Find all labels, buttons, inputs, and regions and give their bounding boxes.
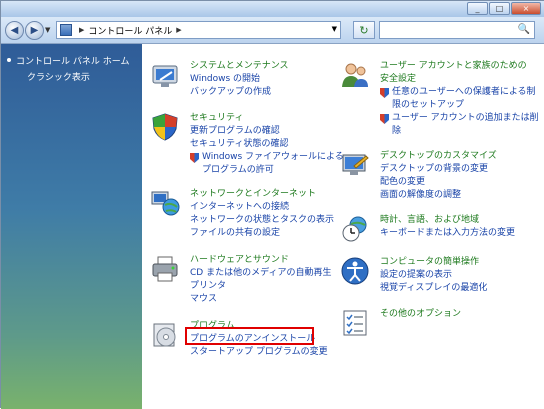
search-icon[interactable]: 🔍 — [518, 24, 530, 35]
printer-icon — [152, 256, 178, 282]
address-bar[interactable]: ▶ コントロール パネル ▶ ▼ — [56, 21, 341, 39]
link-mouse[interactable]: マウス — [190, 293, 331, 306]
control-panel-icon — [60, 24, 72, 36]
link-screen-resolution[interactable]: 画面の解像度の調整 — [380, 189, 497, 202]
link-keyboard-input[interactable]: キーボードまたは入力方法の変更 — [380, 227, 515, 240]
link-windows-start[interactable]: Windows の開始 — [190, 73, 289, 86]
link-optimize-display[interactable]: 視覚ディスプレイの最適化 — [380, 282, 487, 295]
window-controls: _ □ × — [467, 2, 541, 15]
category-title-security[interactable]: セキュリティ — [190, 112, 344, 125]
clock-globe-icon — [342, 216, 367, 242]
current-view-bullet-icon — [7, 58, 11, 62]
close-button[interactable]: × — [511, 2, 541, 15]
network-globe-icon — [151, 191, 180, 216]
link-parental-line1[interactable]: 任意のユーザーへの保護者による制 — [392, 86, 536, 99]
category-title-ease[interactable]: コンピュータの簡単操作 — [380, 256, 487, 269]
link-accounts-line1[interactable]: ユーザー アカウントの追加または削 — [392, 112, 539, 125]
link-firewall-line2[interactable]: プログラムの許可 — [202, 164, 344, 177]
task-pane: コントロール パネル ホーム クラシック表示 — [1, 44, 142, 409]
link-check-updates[interactable]: 更新プログラムの確認 — [190, 125, 344, 138]
users-icon — [342, 63, 368, 87]
category-view: システムとメンテナンス Windows の開始 バックアップの作成 セキュリティ… — [142, 44, 544, 409]
breadcrumb-control-panel[interactable]: コントロール パネル — [88, 24, 172, 37]
link-create-backup[interactable]: バックアップの作成 — [190, 86, 289, 99]
link-connect-internet[interactable]: インターネットへの接続 — [190, 201, 334, 214]
uac-shield-icon — [190, 153, 199, 163]
breadcrumb-chevron-icon[interactable]: ▶ — [176, 26, 181, 34]
category-title-network[interactable]: ネットワークとインターネット — [190, 188, 334, 201]
desktop-personalize-icon — [342, 154, 369, 175]
link-printer[interactable]: プリンタ — [190, 280, 331, 293]
link-color-scheme[interactable]: 配色の変更 — [380, 176, 497, 189]
link-suggested-settings[interactable]: 設定の提案の表示 — [380, 269, 487, 282]
category-title-other[interactable]: その他のオプション — [380, 308, 461, 321]
add-remove-accounts-link[interactable]: ユーザー アカウントの追加または削 除 — [380, 112, 539, 138]
link-autoplay[interactable]: CD または他のメディアの自動再生 — [190, 267, 331, 280]
classic-view-link[interactable]: クラシック表示 — [27, 70, 90, 83]
refresh-button[interactable]: ↻ — [353, 21, 375, 39]
category-title-appearance[interactable]: デスクトップのカスタマイズ — [380, 150, 497, 163]
breadcrumb-separator-icon[interactable]: ▶ — [79, 26, 84, 34]
link-parental-line2[interactable]: 限のセットアップ — [392, 99, 536, 112]
link-firewall-line1[interactable]: Windows ファイアウォールによる — [202, 151, 344, 164]
category-title-clock[interactable]: 時計、言語、および地域 — [380, 214, 515, 227]
link-check-security-status[interactable]: セキュリティ状態の確認 — [190, 138, 344, 151]
uac-shield-icon — [380, 114, 389, 124]
link-file-sharing[interactable]: ファイルの共有の設定 — [190, 227, 334, 240]
programs-disc-icon — [153, 323, 176, 347]
firewall-allow-program-link[interactable]: Windows ファイアウォールによる プログラムの許可 — [190, 151, 344, 177]
minimize-button[interactable]: _ — [467, 2, 488, 15]
recent-pages-dropdown-icon[interactable]: ▼ — [45, 26, 50, 34]
search-input[interactable]: 🔍 — [379, 21, 535, 39]
link-desktop-background[interactable]: デスクトップの背景の変更 — [380, 163, 497, 176]
highlight-box-uninstall — [185, 327, 314, 345]
address-dropdown-icon[interactable]: ▼ — [332, 25, 337, 33]
parental-controls-link[interactable]: 任意のユーザーへの保護者による制 限のセットアップ — [380, 86, 539, 112]
forward-button[interactable]: ▶ — [25, 21, 44, 40]
back-button[interactable]: ◀ — [5, 21, 24, 40]
title-bar: _ □ × — [1, 1, 544, 17]
security-shield-icon — [152, 113, 178, 141]
control-panel-home-link[interactable]: コントロール パネル ホーム — [16, 54, 129, 67]
system-maintenance-icon — [152, 65, 178, 87]
link-network-status[interactable]: ネットワークの状態とタスクの表示 — [190, 214, 334, 227]
additional-options-icon — [343, 310, 367, 336]
category-title-users[interactable]: ユーザー アカウントと家族のための — [380, 60, 539, 73]
ease-of-access-icon — [341, 257, 369, 285]
category-title-system[interactable]: システムとメンテナンス — [190, 60, 289, 73]
link-accounts-line2[interactable]: 除 — [392, 125, 539, 138]
navigation-bar: ◀ ▶ ▼ ▶ コントロール パネル ▶ ▼ ↻ 🔍 — [1, 17, 544, 44]
category-title-users-line2[interactable]: 安全設定 — [380, 73, 539, 86]
control-panel-window: _ □ × ◀ ▶ ▼ ▶ コントロール パネル ▶ ▼ ↻ 🔍 コントロール … — [0, 0, 544, 409]
category-title-hardware[interactable]: ハードウェアとサウンド — [190, 254, 331, 267]
link-change-startup-programs[interactable]: スタートアップ プログラムの変更 — [190, 346, 328, 359]
maximize-button[interactable]: □ — [489, 2, 510, 15]
uac-shield-icon — [380, 88, 389, 98]
